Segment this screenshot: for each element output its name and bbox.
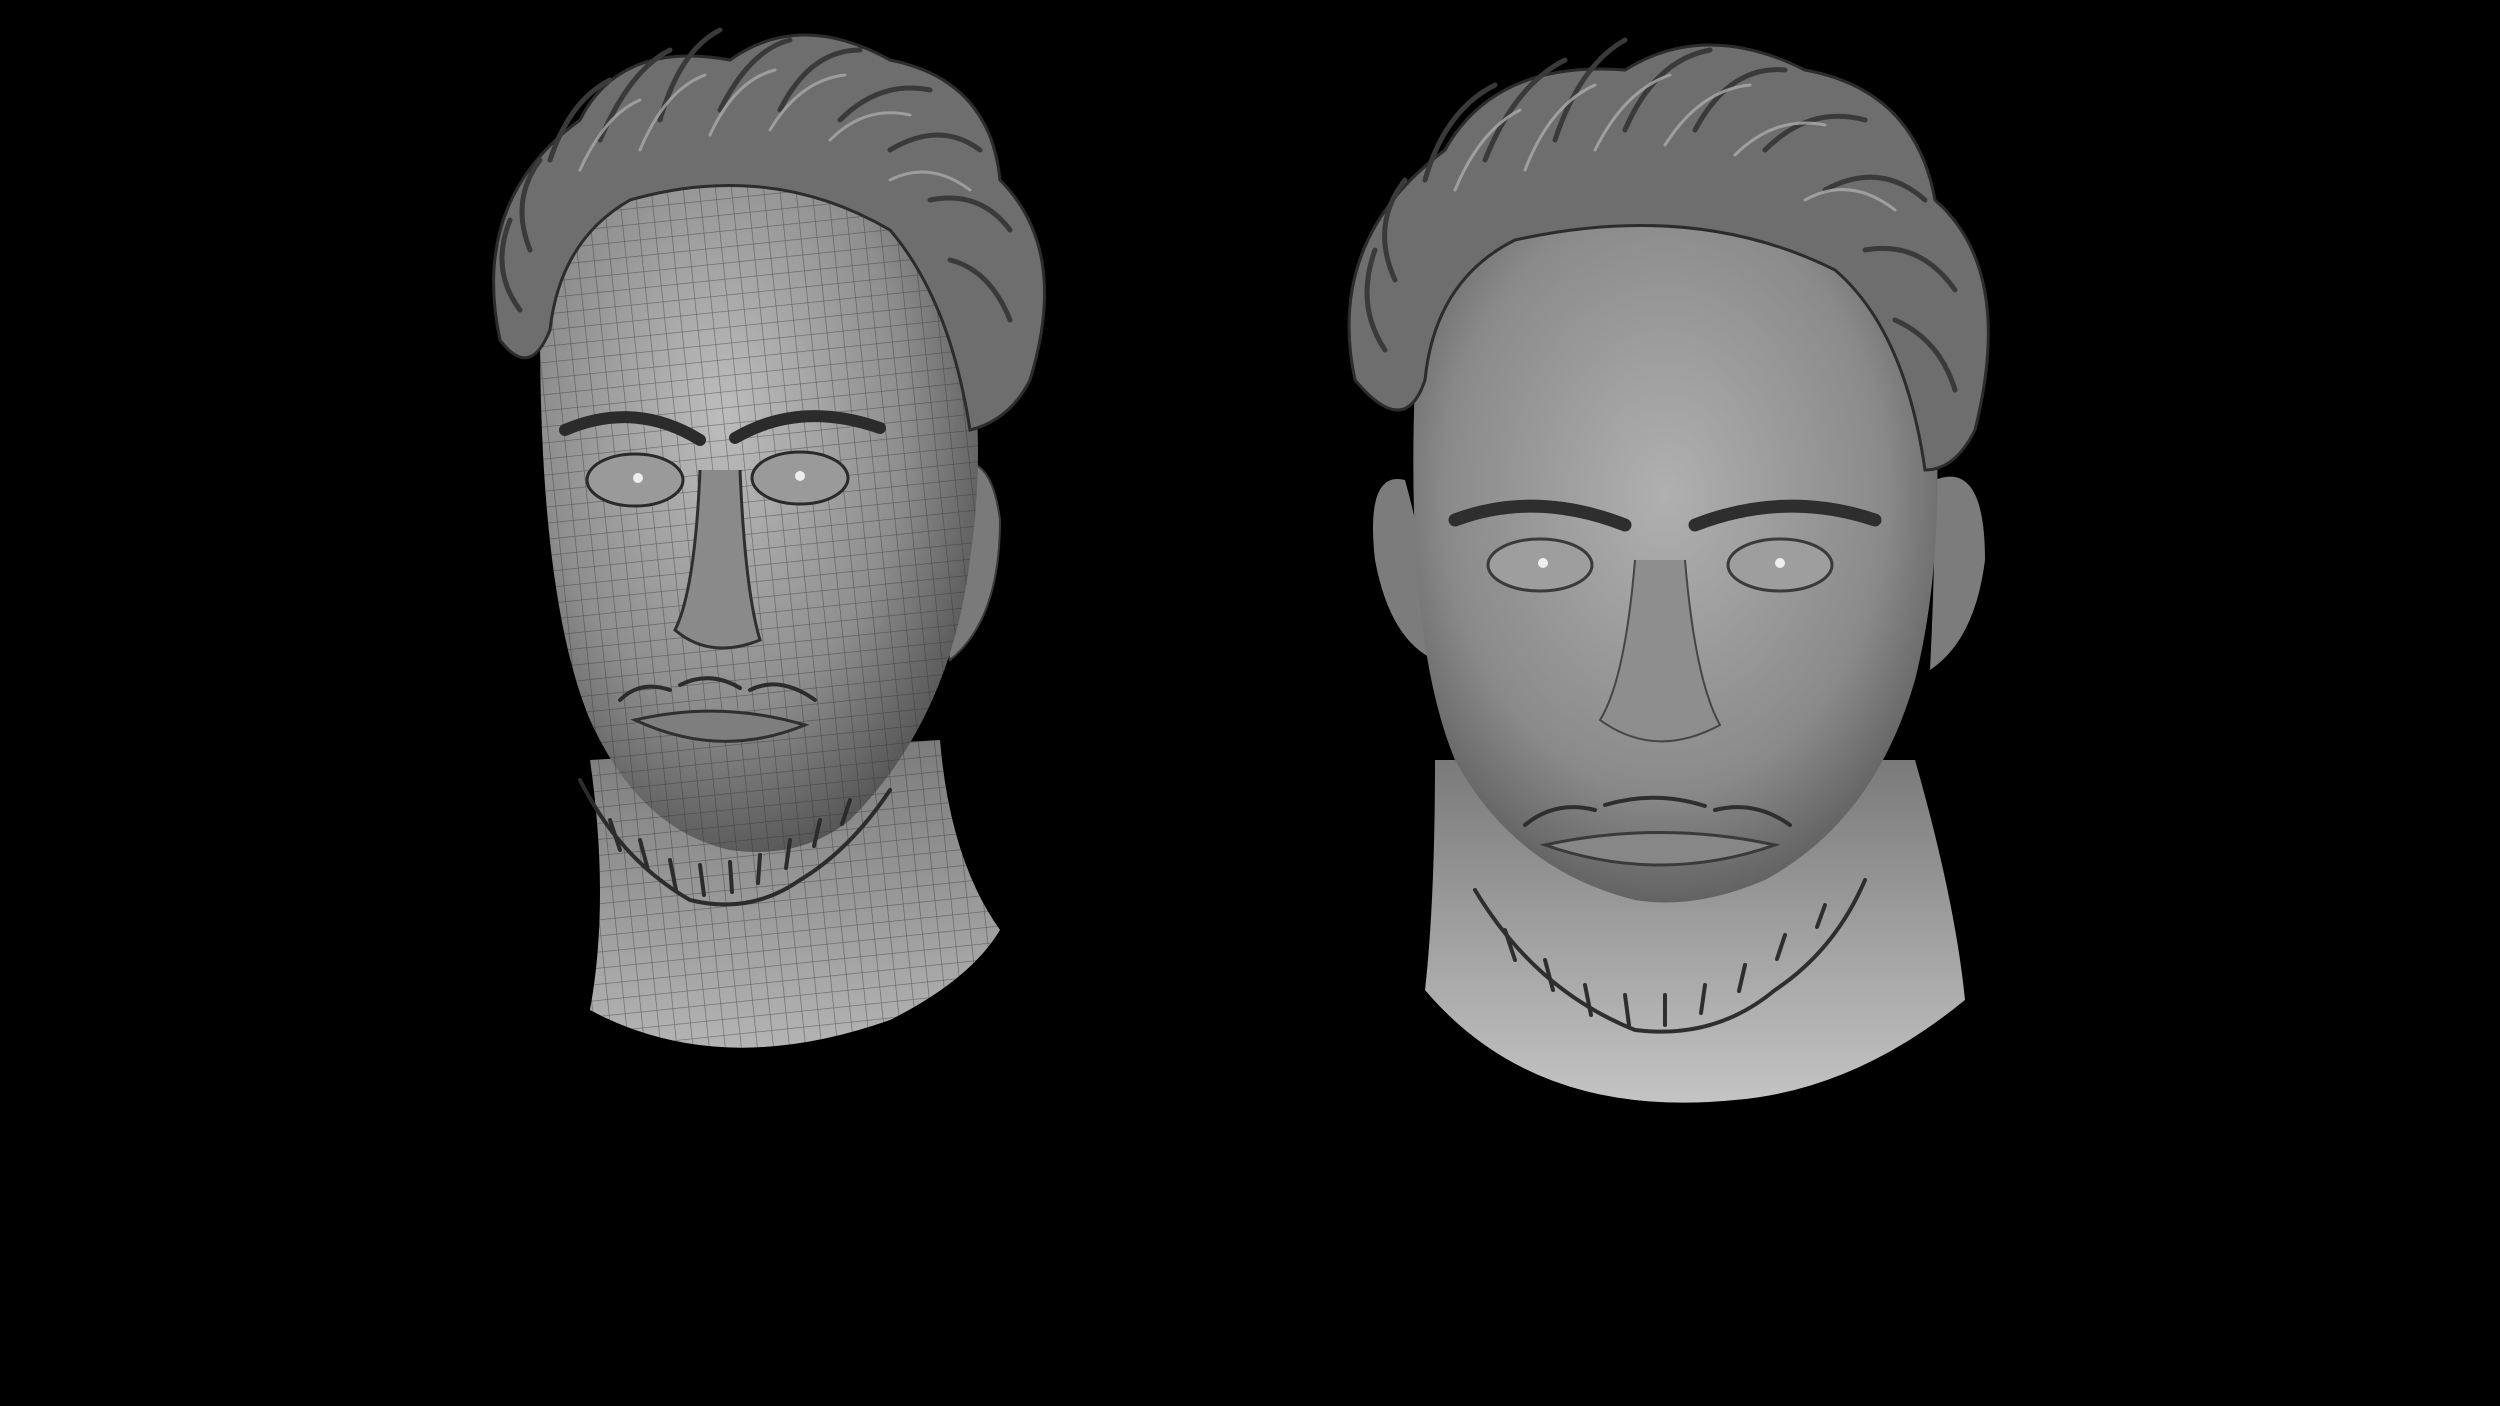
sculpted-head-bust bbox=[1347, 37, 1990, 1103]
sculpted-ear-right bbox=[1930, 476, 1985, 670]
wireframe-head-bust bbox=[492, 27, 1046, 1048]
sculpted-face bbox=[1413, 200, 1938, 903]
render-viewport bbox=[0, 0, 2500, 1406]
